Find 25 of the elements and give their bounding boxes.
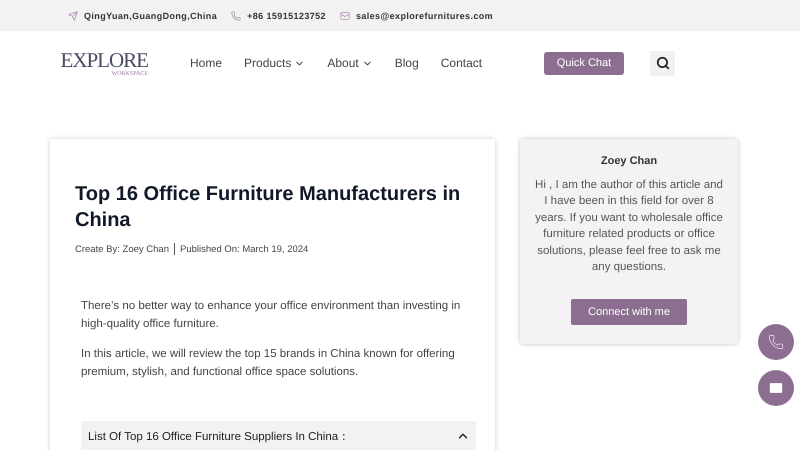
author-text: Create By: Zoey Chan (75, 244, 169, 254)
paragraph: There’s no better way to enhance your office environment than investing in high-quality office furniture. (81, 299, 462, 332)
author-bio: Hi , I am the author of this article and I have been in this field for over 8 years. If you want to wholesale office furniture related products or office solutions, please feel free to ask me any questions. (534, 178, 724, 276)
article-title: Top 16 Office Furniture Manufacturers in China (75, 182, 462, 233)
contact-text: QingYuan,GuangDong,China (84, 10, 218, 20)
search-button[interactable] (650, 50, 675, 76)
nav-link[interactable]: Home (190, 56, 222, 70)
send-icon (68, 10, 78, 20)
nav-link[interactable]: Blog (394, 56, 419, 70)
accordion-header[interactable]: List Of Top 16 Office Furniture Suppliers In China： (81, 421, 476, 450)
nav-link[interactable]: Products (244, 56, 306, 70)
contact-text: sales@explorefurnitures.com (356, 10, 494, 20)
quick-chat-button[interactable]: Quick Chat (544, 52, 624, 74)
contact-text: +86 15915123752 (247, 10, 326, 20)
connect-button[interactable]: Connect with me (571, 299, 687, 326)
paragraph: In this article, we will review the top 15 brands in China known for offering premium, stylish, and functional office space solutions. (81, 347, 456, 380)
phone-icon (231, 10, 242, 20)
nav-link[interactable]: About (327, 56, 373, 70)
nav-link[interactable]: Contact (440, 56, 482, 70)
search-icon (656, 56, 670, 70)
author-name: Zoey Chan (600, 155, 658, 167)
phone-icon (768, 334, 784, 350)
publish-date: Published On: March 19, 2024 (180, 244, 308, 254)
phone-button[interactable] (758, 324, 794, 360)
email-button[interactable] (758, 370, 794, 406)
